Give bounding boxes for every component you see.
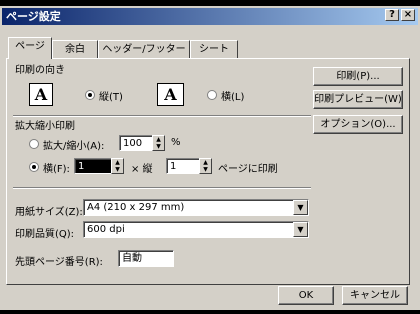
fit-times-label: × 縦 bbox=[131, 164, 153, 175]
first-page-number-input[interactable]: 自動 bbox=[118, 250, 174, 267]
fit-radio[interactable] bbox=[29, 162, 39, 172]
ok-button[interactable]: OK bbox=[278, 286, 334, 305]
chevron-down-icon[interactable]: ▼ bbox=[293, 200, 308, 215]
tab-sheet[interactable]: シート bbox=[190, 40, 238, 58]
page-tab-panel: 印刷の向き A 縦(T) A 横(L) 拡大縮小印刷 拡大/縮小(A): 100… bbox=[6, 58, 410, 285]
fit-tall-input[interactable]: 1 bbox=[166, 158, 200, 174]
tab-margins[interactable]: 余白 bbox=[52, 40, 98, 58]
fit-wide-input[interactable]: 1 bbox=[74, 158, 112, 174]
landscape-radio[interactable] bbox=[207, 90, 217, 100]
cancel-button[interactable]: キャンセル bbox=[342, 286, 408, 305]
fit-suffix-label: ページに印刷 bbox=[218, 164, 278, 175]
window-title: ページ設定 bbox=[6, 10, 61, 23]
tab-page[interactable]: ページ bbox=[8, 37, 52, 59]
percent-unit: % bbox=[171, 137, 181, 148]
print-quality-select[interactable]: 600 dpi bbox=[83, 221, 309, 238]
page-setup-dialog: ページ設定 ? × ページ 余白 ヘッダー/フッター シート 印刷の向き A 縦… bbox=[0, 6, 420, 310]
fit-tall-spinner[interactable]: ▲ ▼ bbox=[199, 158, 212, 174]
landscape-label[interactable]: 横(L) bbox=[221, 88, 244, 103]
fit-wide-spinner[interactable]: ▲ ▼ bbox=[111, 158, 124, 174]
chevron-down-icon[interactable]: ▼ bbox=[293, 222, 308, 237]
close-button[interactable]: × bbox=[401, 9, 415, 21]
paper-size-select[interactable]: A4 (210 x 297 mm) bbox=[83, 199, 309, 216]
zoom-label[interactable]: 拡大/縮小(A): bbox=[43, 137, 104, 152]
zoom-spinner[interactable]: ▲ ▼ bbox=[152, 135, 165, 151]
orientation-group-label: 印刷の向き bbox=[15, 65, 65, 76]
print-quality-label: 印刷品質(Q): bbox=[15, 229, 75, 240]
tab-header-footer[interactable]: ヘッダー/フッター bbox=[98, 40, 190, 58]
print-preview-button[interactable]: 印刷プレビュー(W) bbox=[313, 90, 403, 109]
separator bbox=[13, 187, 311, 189]
print-button[interactable]: 印刷(P)... bbox=[313, 67, 403, 86]
first-page-number-label: 先頭ページ番号(R): bbox=[15, 257, 103, 268]
zoom-input[interactable]: 100 bbox=[119, 135, 153, 151]
portrait-radio[interactable] bbox=[85, 90, 95, 100]
landscape-icon: A bbox=[157, 83, 184, 106]
paper-size-label: 用紙サイズ(Z): bbox=[15, 207, 83, 218]
options-button[interactable]: オプション(O)... bbox=[313, 115, 403, 134]
help-button[interactable]: ? bbox=[385, 9, 399, 21]
zoom-radio[interactable] bbox=[29, 139, 39, 149]
title-bar[interactable]: ページ設定 bbox=[2, 8, 418, 25]
scaling-group-label: 拡大縮小印刷 bbox=[15, 121, 75, 132]
portrait-label[interactable]: 縦(T) bbox=[99, 88, 123, 103]
portrait-icon: A bbox=[29, 83, 53, 106]
fit-wide-label[interactable]: 横(F): bbox=[43, 160, 70, 175]
